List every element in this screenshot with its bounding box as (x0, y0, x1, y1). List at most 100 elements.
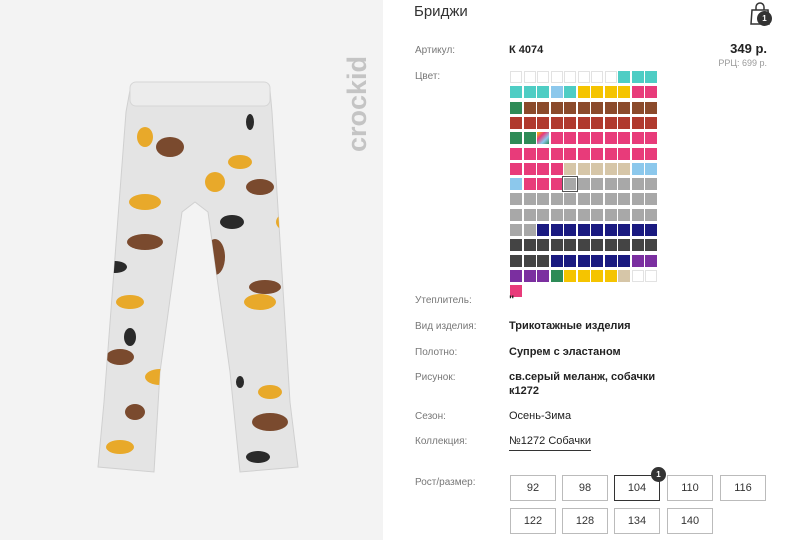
color-swatch[interactable] (604, 193, 617, 206)
color-swatch[interactable] (510, 162, 522, 175)
color-swatch[interactable] (577, 162, 590, 175)
color-swatch[interactable] (631, 269, 644, 282)
size-option-92[interactable]: 92 (510, 475, 556, 501)
size-option-98[interactable]: 98 (562, 475, 608, 501)
color-swatch[interactable] (523, 147, 536, 160)
color-swatch[interactable] (604, 208, 617, 221)
color-swatch[interactable] (550, 208, 563, 221)
color-swatch[interactable] (510, 254, 522, 267)
color-swatch[interactable] (523, 101, 536, 114)
color-swatch[interactable] (564, 208, 576, 221)
color-swatch[interactable] (645, 101, 657, 114)
color-swatch[interactable] (631, 101, 644, 114)
color-swatch[interactable] (537, 224, 549, 236)
color-swatch[interactable] (591, 86, 603, 99)
color-swatch[interactable] (591, 162, 603, 175)
size-option-140[interactable]: 140 (667, 508, 713, 534)
color-swatch[interactable] (564, 193, 576, 206)
color-swatch[interactable] (604, 71, 617, 83)
color-swatch[interactable] (510, 224, 522, 236)
color-swatch[interactable] (631, 224, 644, 236)
color-swatch[interactable] (577, 239, 590, 252)
color-swatch[interactable] (537, 254, 549, 267)
color-swatch[interactable] (618, 254, 630, 267)
color-swatch[interactable] (604, 101, 617, 114)
color-swatch[interactable] (510, 239, 522, 252)
color-swatch[interactable] (591, 116, 603, 129)
color-swatch[interactable] (523, 178, 536, 191)
color-swatch[interactable] (537, 116, 549, 129)
color-swatch[interactable] (564, 101, 576, 114)
color-swatch[interactable] (564, 269, 576, 282)
color-swatch[interactable] (510, 116, 522, 129)
color-swatch[interactable] (523, 239, 536, 252)
color-swatch[interactable] (631, 86, 644, 99)
color-swatch[interactable] (550, 116, 563, 129)
color-swatch[interactable] (645, 239, 657, 252)
color-swatch[interactable] (550, 239, 563, 252)
color-swatch[interactable] (631, 71, 644, 83)
color-swatch[interactable] (604, 269, 617, 282)
color-swatch[interactable] (645, 193, 657, 206)
color-swatch[interactable] (577, 193, 590, 206)
color-swatch[interactable] (604, 116, 617, 129)
color-swatch[interactable] (645, 254, 657, 267)
color-swatch[interactable] (591, 193, 603, 206)
color-swatch[interactable] (645, 132, 657, 145)
product-image[interactable] (90, 72, 300, 482)
size-option-110[interactable]: 110 (667, 475, 713, 501)
color-swatch[interactable] (577, 178, 590, 191)
color-swatch[interactable] (645, 86, 657, 99)
color-swatch[interactable] (537, 101, 549, 114)
color-swatch[interactable] (631, 147, 644, 160)
color-swatch[interactable] (631, 254, 644, 267)
color-swatch[interactable] (523, 86, 536, 99)
color-swatch[interactable] (618, 86, 630, 99)
color-swatch[interactable] (631, 132, 644, 145)
color-swatch[interactable] (564, 132, 576, 145)
size-option-116[interactable]: 116 (720, 475, 766, 501)
color-swatch[interactable] (523, 162, 536, 175)
color-swatch[interactable] (631, 239, 644, 252)
color-swatch[interactable] (577, 147, 590, 160)
color-swatch[interactable] (631, 193, 644, 206)
color-swatch[interactable] (523, 269, 536, 282)
color-swatch[interactable] (537, 208, 549, 221)
color-swatch[interactable] (523, 132, 536, 145)
color-swatch[interactable] (604, 254, 617, 267)
color-swatch[interactable] (645, 269, 657, 282)
color-swatch[interactable] (550, 162, 563, 175)
color-swatch[interactable] (550, 147, 563, 160)
color-swatch[interactable] (537, 162, 549, 175)
collection-link[interactable]: №1272 Собачки (509, 435, 592, 451)
color-swatch[interactable] (577, 116, 590, 129)
color-swatch[interactable] (591, 254, 603, 267)
color-swatch[interactable] (631, 162, 644, 175)
size-option-128[interactable]: 128 (562, 508, 608, 534)
color-swatch[interactable] (564, 71, 576, 83)
color-swatch[interactable] (591, 101, 603, 114)
color-swatch[interactable] (577, 71, 590, 83)
color-swatch[interactable] (645, 147, 657, 160)
color-swatch[interactable] (577, 132, 590, 145)
color-swatch[interactable] (564, 162, 576, 175)
size-option-122[interactable]: 122 (510, 508, 556, 534)
color-swatch[interactable] (591, 147, 603, 160)
color-swatch[interactable] (577, 208, 590, 221)
color-swatch[interactable] (564, 116, 576, 129)
color-swatch[interactable] (604, 86, 617, 99)
color-swatch[interactable] (550, 101, 563, 114)
color-swatch[interactable] (537, 147, 549, 160)
color-swatch[interactable] (604, 178, 617, 191)
color-swatch[interactable] (604, 147, 617, 160)
color-swatch[interactable] (577, 254, 590, 267)
color-swatch[interactable] (564, 86, 576, 99)
color-swatch[interactable] (591, 132, 603, 145)
color-swatch[interactable] (618, 208, 630, 221)
color-swatch[interactable] (550, 71, 563, 83)
color-swatch[interactable] (604, 132, 617, 145)
color-swatch[interactable] (510, 269, 522, 282)
color-swatch[interactable] (550, 254, 563, 267)
color-swatch[interactable] (550, 86, 563, 99)
color-swatch[interactable] (523, 193, 536, 206)
